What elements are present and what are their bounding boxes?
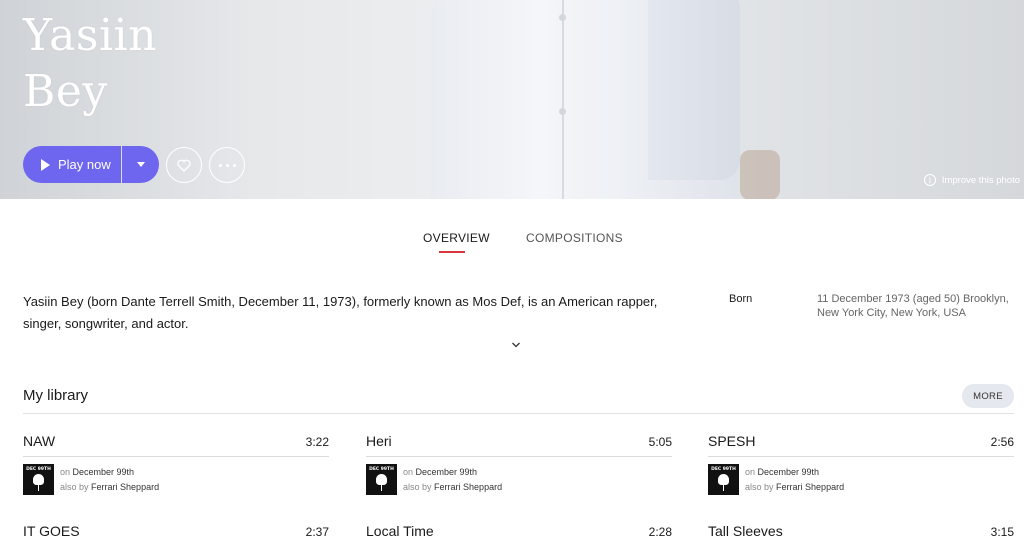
track-item[interactable]: NAW 3:22 DEC 99TH on December 99th also … bbox=[23, 433, 329, 495]
play-options-dropdown[interactable] bbox=[122, 146, 159, 183]
play-button-group: Play now bbox=[23, 146, 159, 183]
tab-compositions[interactable]: COMPOSITIONS bbox=[526, 231, 623, 245]
track-item[interactable]: Local Time 2:28 bbox=[366, 523, 672, 544]
track-duration: 2:28 bbox=[648, 525, 672, 539]
active-tab-indicator bbox=[439, 251, 465, 253]
track-title[interactable]: Tall Sleeves bbox=[708, 523, 783, 539]
album-link[interactable]: December 99th bbox=[758, 467, 820, 477]
track-item[interactable]: IT GOES 2:37 bbox=[23, 523, 329, 544]
album-cover[interactable]: DEC 99TH bbox=[366, 464, 397, 495]
play-now-button[interactable]: Play now bbox=[23, 146, 121, 183]
library-divider bbox=[23, 413, 1014, 414]
heart-icon bbox=[177, 159, 191, 172]
track-item[interactable]: Tall Sleeves 3:15 bbox=[708, 523, 1014, 544]
artist-name: Yasiin Bey bbox=[23, 10, 157, 117]
track-title[interactable]: IT GOES bbox=[23, 523, 80, 539]
artist-photo bbox=[430, 0, 740, 199]
album-link[interactable]: December 99th bbox=[73, 467, 135, 477]
track-divider bbox=[23, 456, 329, 457]
track-item[interactable]: Heri 5:05 DEC 99TH on December 99th also… bbox=[366, 433, 672, 495]
favorite-button[interactable] bbox=[166, 147, 202, 183]
more-button[interactable]: MORE bbox=[962, 384, 1014, 408]
track-duration: 2:37 bbox=[305, 525, 329, 539]
my-library-heading: My library bbox=[23, 387, 89, 404]
improve-photo-link[interactable]: i Improve this photo bbox=[923, 174, 1020, 186]
album-cover[interactable]: DEC 99TH bbox=[708, 464, 739, 495]
tab-overview[interactable]: OVERVIEW bbox=[423, 231, 490, 245]
chevron-down-icon[interactable] bbox=[511, 340, 521, 350]
track-meta: on December 99th also by Ferrari Sheppar… bbox=[60, 467, 160, 492]
track-duration: 2:56 bbox=[990, 435, 1014, 449]
play-icon bbox=[41, 158, 50, 171]
artist-link[interactable]: Ferrari Sheppard bbox=[434, 482, 502, 492]
artist-link[interactable]: Ferrari Sheppard bbox=[91, 482, 159, 492]
track-title[interactable]: SPESH bbox=[708, 433, 755, 449]
caret-down-icon bbox=[136, 162, 145, 167]
artist-hero: Yasiin Bey Play now i Improve this photo bbox=[0, 0, 1024, 199]
born-label: Born bbox=[729, 293, 753, 305]
play-now-label: Play now bbox=[58, 157, 111, 172]
more-options-button[interactable] bbox=[209, 147, 245, 183]
artist-photo-hand bbox=[740, 150, 780, 199]
born-value: 11 December 1973 (aged 50) Brooklyn, New… bbox=[817, 293, 1009, 319]
track-duration: 3:15 bbox=[990, 525, 1014, 539]
track-title[interactable]: Local Time bbox=[366, 523, 434, 539]
artist-bio: Yasiin Bey (born Dante Terrell Smith, De… bbox=[23, 294, 658, 331]
track-meta: on December 99th also by Ferrari Sheppar… bbox=[403, 467, 503, 492]
album-cover[interactable]: DEC 99TH bbox=[23, 464, 54, 495]
track-title[interactable]: Heri bbox=[366, 433, 392, 449]
track-duration: 3:22 bbox=[305, 435, 329, 449]
artist-link[interactable]: Ferrari Sheppard bbox=[776, 482, 844, 492]
track-duration: 5:05 bbox=[648, 435, 672, 449]
info-icon: i bbox=[923, 174, 936, 186]
tab-bar: OVERVIEW COMPOSITIONS bbox=[0, 231, 1024, 261]
improve-photo-label: Improve this photo bbox=[941, 174, 1020, 186]
track-divider bbox=[708, 456, 1014, 457]
ellipsis-icon bbox=[218, 163, 236, 167]
track-title[interactable]: NAW bbox=[23, 433, 55, 449]
album-link[interactable]: December 99th bbox=[416, 467, 478, 477]
track-meta: on December 99th also by Ferrari Sheppar… bbox=[745, 467, 845, 492]
track-item[interactable]: SPESH 2:56 DEC 99TH on December 99th als… bbox=[708, 433, 1014, 495]
track-divider bbox=[366, 456, 672, 457]
